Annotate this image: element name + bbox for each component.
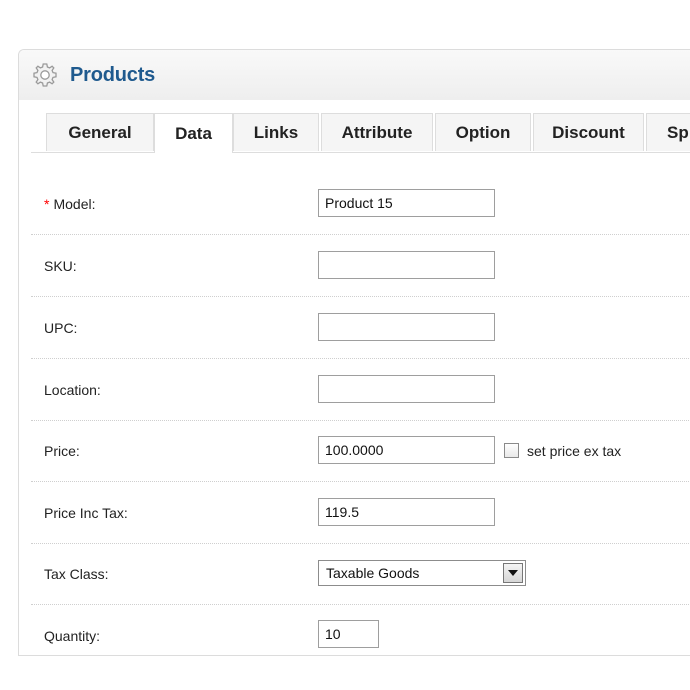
tab-label: Sp — [667, 122, 689, 142]
location-input[interactable] — [318, 375, 495, 403]
model-input[interactable] — [318, 189, 495, 217]
price-ex-tax-checkbox[interactable] — [504, 443, 519, 458]
location-label: Location: — [44, 381, 101, 398]
tab-links[interactable]: Links — [233, 113, 319, 151]
quantity-label: Quantity: — [44, 627, 101, 644]
tab-divider — [31, 152, 690, 153]
tab-data[interactable]: Data — [154, 113, 233, 153]
tax-class-label: Tax Class: — [44, 565, 109, 582]
tab-special[interactable]: Sp — [646, 113, 690, 151]
tab-label: General — [68, 122, 132, 142]
tab-label: Attribute — [341, 122, 413, 142]
tax-class-select[interactable]: Taxable Goods — [318, 560, 526, 586]
tab-label: Links — [253, 122, 299, 142]
panel-header: Products — [19, 50, 690, 101]
model-label: * Model: — [44, 173, 95, 234]
required-mark: * — [44, 195, 50, 212]
price-ex-tax-label: set price ex tax — [527, 443, 622, 459]
tab-option[interactable]: Option — [435, 113, 531, 151]
dropdown-button[interactable] — [503, 563, 523, 583]
sku-label: SKU: — [44, 257, 77, 274]
tab-general[interactable]: General — [46, 113, 154, 151]
price-inc-tax-input[interactable] — [318, 498, 495, 526]
tab-label: Discount — [552, 122, 625, 142]
products-panel: Products General Data Links Attribute Op… — [18, 49, 690, 656]
upc-input[interactable] — [318, 313, 495, 341]
upc-label: UPC: — [44, 319, 78, 336]
tax-class-selected: Taxable Goods — [326, 565, 420, 581]
tab-label: Option — [455, 122, 511, 142]
quantity-input[interactable] — [318, 620, 379, 648]
chevron-down-icon — [508, 570, 518, 576]
tab-label: Data — [175, 123, 212, 143]
gear-icon — [33, 63, 57, 87]
page-title: Products — [70, 64, 156, 86]
tab-attribute[interactable]: Attribute — [321, 113, 433, 151]
sku-input[interactable] — [318, 251, 495, 279]
price-label: Price: — [44, 442, 80, 459]
label-text: Model: — [53, 195, 96, 212]
tab-discount[interactable]: Discount — [533, 113, 644, 151]
price-inc-tax-label: Price Inc Tax: — [44, 504, 128, 521]
price-input[interactable] — [318, 436, 495, 464]
